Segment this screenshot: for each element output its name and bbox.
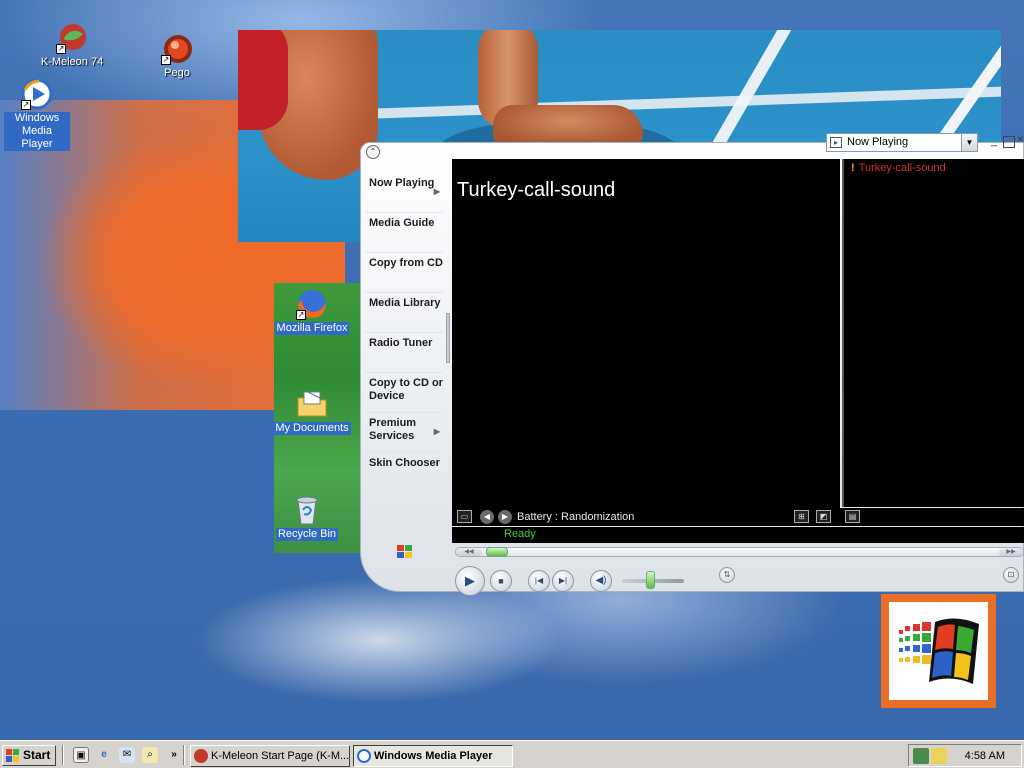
- internet-explorer-icon[interactable]: e: [96, 747, 112, 763]
- desktop-icon-windows-media-player[interactable]: ↗ Windows Media Player: [0, 78, 82, 151]
- start-button[interactable]: Start: [2, 745, 56, 766]
- desktop-icon-firefox[interactable]: ↗ Mozilla Firefox: [267, 288, 357, 335]
- playlist-options-icon[interactable]: ▤: [845, 510, 860, 523]
- desktop-icon-label: Windows Media Player: [4, 112, 70, 151]
- stop-button[interactable]: ■: [490, 570, 512, 592]
- next-visualization-button[interactable]: ▶: [498, 510, 512, 524]
- windows-logo-icon: [395, 543, 415, 561]
- desktop-icon-label: K-Meleon 74: [40, 56, 104, 68]
- taskbar-button-label: Windows Media Player: [374, 750, 493, 762]
- desktop-icon-my-documents[interactable]: My Documents: [267, 388, 357, 435]
- equalizer-button[interactable]: ⇅: [719, 567, 735, 583]
- chevron-right-icon: ▶: [433, 187, 440, 196]
- taskpane-item-label: Copy from CD: [369, 257, 443, 269]
- taskpane-resize-grip[interactable]: [446, 313, 450, 363]
- security-icon[interactable]: [931, 748, 947, 764]
- taskpane-item-label: Now Playing: [369, 177, 435, 189]
- taskpane-item-copy-from-cd[interactable]: Copy from CD: [365, 253, 443, 293]
- folder-icon: [297, 391, 327, 417]
- taskbar-separator: [62, 745, 64, 765]
- desktop-icon-recycle-bin[interactable]: Recycle Bin: [262, 494, 352, 541]
- visualization-bar: ▭ ◀ ▶ Battery : Randomization ⊞ ◩ ▤: [452, 508, 1024, 526]
- desktop-icon-label: Recycle Bin: [275, 528, 339, 541]
- previous-visualization-button[interactable]: ◀: [480, 510, 494, 524]
- playlist-item-label: Turkey-call-sound: [858, 162, 946, 174]
- taskpane-item-label: Media Guide: [369, 217, 435, 229]
- kmeleon-icon: [194, 749, 208, 763]
- taskpane-item-premium-services[interactable]: Premium Services ▶: [365, 413, 443, 453]
- fast-forward-icon[interactable]: ▶▶: [999, 548, 1023, 556]
- desktop-icon-label: Mozilla Firefox: [274, 322, 350, 335]
- status-text: Ready: [504, 528, 536, 540]
- desktop-icon-kmeleon[interactable]: ↗ K-Meleon 74: [27, 22, 117, 69]
- taskbar-button-kmeleon[interactable]: K-Meleon Start Page (K-M...: [190, 745, 350, 767]
- windows-flag-icon: [6, 749, 19, 762]
- taskpane-item-radio-tuner[interactable]: Radio Tuner: [365, 333, 443, 373]
- toggle-taskpane-icon[interactable]: ▭: [457, 510, 472, 523]
- next-button[interactable]: ▶|: [552, 570, 574, 592]
- taskpane-item-label: Copy to CD or Device: [369, 377, 443, 402]
- network-icon[interactable]: [913, 748, 929, 764]
- rewind-icon[interactable]: ◀◀: [456, 548, 482, 556]
- mute-button[interactable]: ◀): [590, 570, 612, 592]
- clock[interactable]: 4:58 AM: [965, 750, 1005, 762]
- desktop-icon-label: Pego: [164, 67, 190, 79]
- play-button[interactable]: ▶: [455, 566, 485, 596]
- taskpane-item-label: Premium Services: [369, 417, 417, 442]
- seek-thumb[interactable]: [486, 547, 508, 557]
- seek-bar[interactable]: ◀◀ ▶▶: [455, 547, 1024, 557]
- view-select-dropdown[interactable]: ▸ Now Playing ▼: [826, 133, 978, 152]
- video-display[interactable]: Turkey-call-sound: [452, 159, 840, 525]
- taskpane-item-label: Radio Tuner: [369, 337, 433, 349]
- wmp-window: ⌃ ▸ Now Playing ▼ _ × Now Playing ▶ Medi…: [360, 128, 1024, 606]
- taskpane-item-media-guide[interactable]: Media Guide: [365, 213, 443, 253]
- quicklaunch-overflow-icon[interactable]: »: [166, 747, 182, 763]
- fullscreen-icon[interactable]: ⊞: [794, 510, 809, 523]
- close-button[interactable]: ×: [1017, 132, 1024, 148]
- media-player-icon: [357, 749, 371, 763]
- taskpane-item-media-library[interactable]: Media Library: [365, 293, 443, 333]
- taskpane-item-skin-chooser[interactable]: Skin Chooser: [365, 453, 443, 493]
- view-select-value: Now Playing: [847, 136, 909, 148]
- visualization-name: Battery : Randomization: [517, 511, 635, 523]
- taskpane-item-now-playing[interactable]: Now Playing ▶: [365, 173, 443, 213]
- recycle-bin-icon: [296, 496, 318, 525]
- volume-thumb[interactable]: [646, 571, 655, 589]
- now-playing-title: Turkey-call-sound: [457, 179, 616, 201]
- minimize-button[interactable]: _: [988, 136, 1000, 148]
- taskbar-separator: [183, 745, 185, 765]
- wmp-taskpane: Now Playing ▶ Media Guide Copy from CD M…: [365, 173, 443, 523]
- search-icon[interactable]: ⌕: [142, 747, 158, 763]
- chevron-down-icon[interactable]: ▼: [961, 134, 977, 151]
- show-desktop-icon[interactable]: ▣: [73, 747, 89, 763]
- now-playing-icon: ▸: [830, 137, 842, 148]
- start-label: Start: [23, 748, 51, 762]
- taskbar: Start ▣ e ✉ ⌕ » K-Meleon Start Page (K-M…: [0, 740, 1024, 768]
- windows-flag-icon: [899, 618, 979, 684]
- taskbar-button-wmp[interactable]: Windows Media Player: [353, 745, 513, 767]
- warning-icon: !: [851, 162, 855, 174]
- status-bar: Ready: [452, 527, 1024, 543]
- previous-button[interactable]: |◀: [528, 570, 550, 592]
- switch-to-skin-mode-button[interactable]: ⊡: [1003, 567, 1019, 583]
- system-tray: 4:58 AM: [908, 744, 1022, 767]
- desktop-icon-label: My Documents: [273, 422, 351, 435]
- windows-logo-image: [881, 594, 996, 708]
- taskbar-button-label: K-Meleon Start Page (K-M...: [211, 750, 350, 762]
- taskpane-item-label: Skin Chooser: [369, 457, 440, 469]
- wmp-menu-button[interactable]: ⌃: [366, 145, 380, 159]
- outlook-express-icon[interactable]: ✉: [119, 747, 135, 763]
- chevron-right-icon: ▶: [433, 427, 440, 436]
- taskpane-item-copy-to-cd[interactable]: Copy to CD or Device: [365, 373, 443, 413]
- desktop: ↗ K-Meleon 74 ↗ Pego ↗ Windows Media Pla…: [0, 0, 1024, 740]
- playlist-item[interactable]: ! Turkey-call-sound: [851, 162, 946, 174]
- maximize-button[interactable]: [1003, 136, 1015, 148]
- compact-view-icon[interactable]: ◩: [816, 510, 831, 523]
- taskpane-item-label: Media Library: [369, 297, 441, 309]
- playlist-pane: ! Turkey-call-sound: [842, 159, 1024, 507]
- desktop-icon-pego[interactable]: ↗ Pego: [132, 33, 222, 80]
